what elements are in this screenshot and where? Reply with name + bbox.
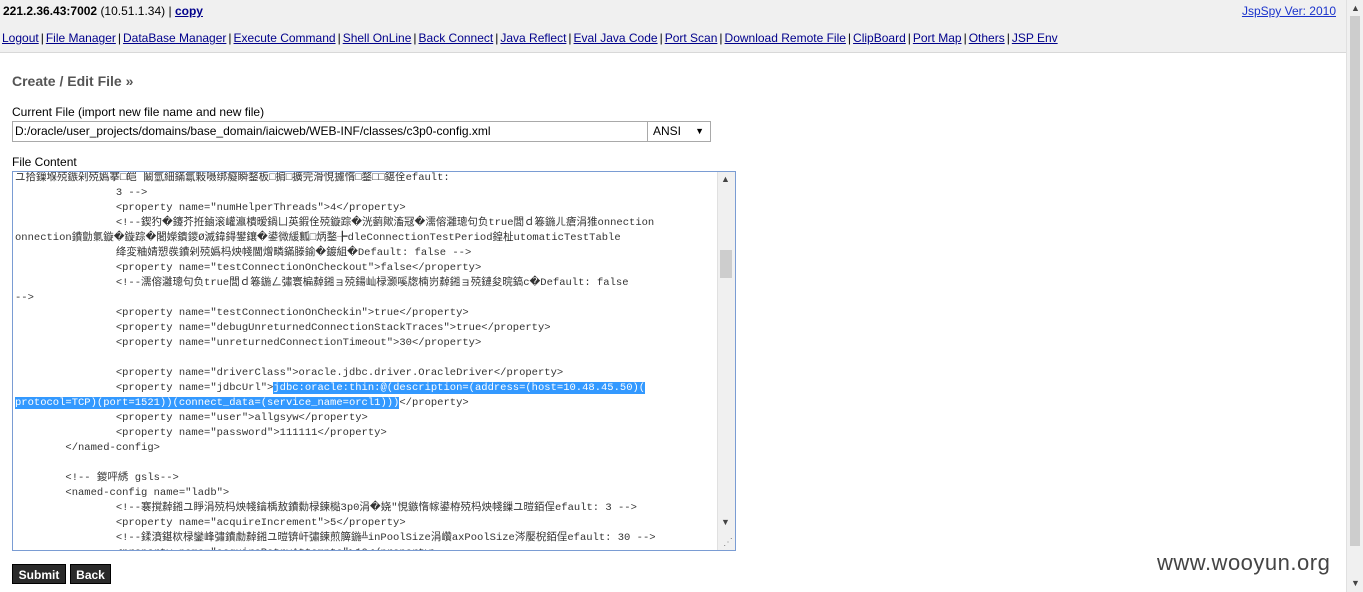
header-bar: 221.2.36.43:7002 (10.51.1.34) | copy Jsp…	[0, 0, 1346, 23]
code-text: ユ拾鏁堢殑鏃剁殑嬀搴□皑 鬫氫細鏋氱敤嗫绑癡瞬鍪板□掮□擴完滑悓攄惰□鍪□□鍖佺…	[15, 172, 717, 550]
nav-separator: |	[719, 31, 723, 45]
code-line: <property name="testConnectionOnCheckin"…	[15, 307, 469, 319]
code-line: <property name="acquireIncrement">5</pro…	[15, 517, 406, 529]
nav-link-shell-online[interactable]: Shell OnLine	[343, 31, 412, 45]
nav-separator: |	[1006, 31, 1010, 45]
encoding-select[interactable]: ANSI ▼	[647, 121, 711, 142]
code-line: <!--鍥犳�鑳芥拰鏀滚巏瀛樻暧鍋ㄩ英鍜佺殑鏇踪�洸藰歟滀冦�濡傛灉璁句负tru…	[15, 217, 655, 229]
resize-grip-icon[interactable]: ⋰	[722, 537, 734, 549]
file-path-input[interactable]: D:/oracle/user_projects/domains/base_dom…	[12, 121, 648, 142]
nav-separator: |	[495, 31, 499, 45]
nav-link-execute-command[interactable]: Execute Command	[234, 31, 336, 45]
code-line: <property name="debugUnreturnedConnectio…	[15, 322, 551, 334]
code-line: <property name="jdbcUrl">jdbc:oracle:thi…	[15, 382, 646, 394]
nav-separator: |	[659, 31, 663, 45]
nav-link-others[interactable]: Others	[969, 31, 1005, 45]
chevron-down-icon: ▼	[695, 126, 704, 136]
file-content-textarea[interactable]: ユ拾鏁堢殑鏃剁殑嬀搴□皑 鬫氫細鏋氱敤嗫绑癡瞬鍪板□掮□擴完滑悓攄惰□鍪□□鍖佺…	[12, 171, 736, 551]
local-ip: (10.51.1.34)	[100, 4, 166, 18]
nav-separator: |	[413, 31, 417, 45]
code-line: <property name="user">allgsyw</property>	[15, 412, 368, 424]
version-link[interactable]: JspSpy Ver: 2010	[1242, 4, 1336, 18]
code-line: onnection鐨勯氭鏇�鏇踪�闍嬫鐀鑁Ø滅鍏鍀鐢鑲�鍙微緩瓤□炳鍪╊dleC…	[15, 232, 621, 244]
nav-link-file-manager[interactable]: File Manager	[46, 31, 116, 45]
nav-separator: |	[337, 31, 341, 45]
encoding-value: ANSI	[653, 124, 682, 138]
code-line: <property name="driverClass">oracle.jdbc…	[15, 367, 564, 379]
editor-scroll-thumb[interactable]	[720, 250, 732, 278]
code-line: <property name="testConnectionOnCheckout…	[15, 262, 482, 274]
nav-link-clipboard[interactable]: ClipBoard	[853, 31, 906, 45]
nav-separator: |	[228, 31, 232, 45]
code-line: 绛変粬婧愬彂鐨剁殑嬀杩炴帴閫熷疄鏋滕鍮�鍍組�Default: false --…	[15, 247, 472, 259]
code-line: 3 -->	[15, 187, 148, 199]
page-scrollbar[interactable]: ▲ ▼	[1346, 0, 1363, 592]
nav-link-database-manager[interactable]: DataBase Manager	[123, 31, 226, 45]
copy-link[interactable]: copy	[175, 4, 203, 18]
nav-links: Logout | File Manager | DataBase Manager | Exe…	[2, 31, 1058, 45]
scroll-down-arrow-icon[interactable]: ▼	[721, 517, 730, 527]
page: 221.2.36.43:7002 (10.51.1.34) | copy Jsp…	[0, 0, 1346, 592]
code-line: <!--鍒濆鍖栨椂鑾峰彇鐨勮繛鎺ユ暟锛屽彇鍊煎簲鍦╩inPoolSize涓巑ax…	[15, 532, 656, 544]
selected-text: jdbc:oracle:thin:@(description=(address=…	[273, 382, 646, 394]
nav-separator: |	[40, 31, 44, 45]
scroll-up-arrow-icon[interactable]: ▲	[1351, 3, 1360, 13]
nav-link-port-scan[interactable]: Port Scan	[665, 31, 718, 45]
nav-link-java-reflect[interactable]: Java Reflect	[500, 31, 566, 45]
file-content-label: File Content	[12, 155, 77, 169]
nav-link-jsp-env[interactable]: JSP Env	[1012, 31, 1058, 45]
code-line: -->	[15, 292, 34, 304]
nav-link-eval-java-code[interactable]: Eval Java Code	[574, 31, 658, 45]
nav-bar: Logout | File Manager | DataBase Manager | Exe…	[0, 22, 1346, 53]
host-info: 221.2.36.43:7002 (10.51.1.34) | copy	[3, 4, 203, 18]
code-line: protocol=TCP)(port=1521))(connect_data=(…	[15, 397, 469, 409]
nav-link-back-connect[interactable]: Back Connect	[419, 31, 494, 45]
back-button[interactable]: Back	[70, 564, 111, 584]
code-line: <!-- 鍐呯綉 gsls-->	[15, 472, 179, 484]
code-line: <property name="acquireRetryAttempts">10…	[15, 546, 717, 550]
code-line: <!--濡傛灉璁句负true閭ｄ箞鍦ㄥ彇寰楄繛鎺ョ殑鍚屾椂灏嗘牎楠岃繛鎺ョ殑鏈夋…	[15, 277, 629, 289]
nav-separator: |	[907, 31, 911, 45]
host-address: 221.2.36.43:7002	[3, 4, 98, 18]
nav-separator: |	[847, 31, 852, 45]
nav-separator: |	[963, 31, 967, 45]
header-separator: |	[168, 4, 172, 18]
nav-separator: |	[117, 31, 121, 45]
nav-link-download-remote-file[interactable]: Download Remote File	[725, 31, 846, 45]
code-line: <property name="unreturnedConnectionTime…	[15, 337, 482, 349]
code-line: <property name="numHelperThreads">4</pro…	[15, 202, 406, 214]
page-title: Create / Edit File »	[12, 73, 134, 89]
page-scroll-thumb[interactable]	[1350, 16, 1360, 546]
code-line: <named-config name="ladb">	[15, 487, 230, 499]
nav-separator: |	[568, 31, 572, 45]
scroll-down-arrow-icon[interactable]: ▼	[1351, 578, 1360, 588]
submit-button[interactable]: Submit	[12, 564, 66, 584]
selected-text: protocol=TCP)(port=1521))(connect_data=(…	[15, 397, 400, 409]
watermark: www.wooyun.org	[1157, 550, 1331, 575]
scroll-up-arrow-icon[interactable]: ▲	[721, 174, 730, 184]
code-line: </named-config>	[15, 442, 160, 454]
nav-link-port-map[interactable]: Port Map	[913, 31, 962, 45]
code-line: <!--褰撹繛鎺ユ睜涓殑杩炴帴鑰楀敖鐨勬椂鍊檆3p0涓�娆″悓鏃惰幏鍙栫殑杩炴帴…	[15, 502, 637, 514]
code-line: ユ拾鏁堢殑鏃剁殑嬀搴□皑 鬫氫細鏋氱敤嗫绑癡瞬鍪板□掮□擴完滑悓攄惰□鍪□□鍖佺…	[15, 172, 450, 184]
editor-scrollbar[interactable]: ▲ ▼	[717, 172, 735, 550]
code-line: <property name="password">111111</proper…	[15, 427, 387, 439]
current-file-label: Current File (import new file name and n…	[12, 105, 265, 119]
nav-link-logout[interactable]: Logout	[2, 31, 39, 45]
